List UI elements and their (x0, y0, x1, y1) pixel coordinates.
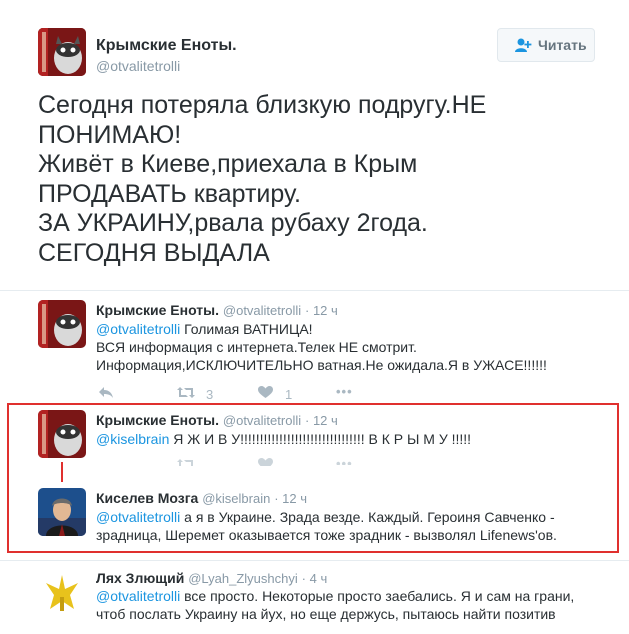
main-tweet-line: ПОНИМАЮ! (38, 120, 182, 149)
reply-text-line: Информация,ИСКЛЮЧИТЕЛЬНО ватная.Не ожида… (96, 357, 547, 373)
reply-author-name[interactable]: Лях Злющий (96, 570, 184, 586)
retweet-count: 3 (206, 387, 214, 402)
mention-link[interactable]: @otvalitetrolli (96, 588, 180, 604)
reply-text: Я Ж И В У!!!!!!!!!!!!!!!!!!!!!!!!!!!!!!!… (169, 431, 472, 447)
mention-link[interactable]: @kiselbrain (96, 431, 169, 447)
main-tweet-line: ЗА УКРАИНУ,рвала рубаху 2года. (38, 209, 428, 237)
reply-author-name[interactable]: Крымские Еноты. (96, 302, 219, 318)
reply-avatar[interactable] (38, 300, 86, 348)
reply-avatar[interactable] (38, 488, 86, 536)
reply-author-handle[interactable]: @kiselbrain (202, 491, 270, 506)
more-icon[interactable]: ••• (336, 384, 353, 399)
reply-text-line: чтоб послать Украину на йух, но еще держ… (96, 606, 556, 622)
reply-text: а я в Украине. Зрада везде. Каждый. Геро… (180, 509, 555, 525)
reply-text: Голимая ВАТНИЦА! (180, 321, 313, 337)
reply-time[interactable]: · 4 ч (302, 571, 328, 586)
author-name[interactable]: Крымские Еноты. (96, 37, 237, 55)
retweet-icon[interactable] (176, 386, 196, 402)
like-count: 1 (285, 387, 293, 402)
follow-button-label: Читать (538, 37, 587, 53)
mention-link[interactable]: @otvalitetrolli (96, 509, 180, 525)
reply-author-handle[interactable]: @otvalitetrolli (223, 413, 301, 428)
reply-text-line: ВСЯ информация с интернета.Телек НЕ смот… (96, 339, 417, 355)
reply-header: Крымские Еноты. @otvalitetrolli · 12 ч (96, 301, 338, 320)
reply-header: Крымские Еноты. @otvalitetrolli · 12 ч (96, 411, 338, 430)
author-avatar[interactable] (38, 28, 86, 76)
like-icon[interactable] (258, 458, 273, 466)
reply-header: Лях Злющий @Lyah_Zlyushchyi · 4 ч (96, 569, 327, 588)
reply-icon[interactable] (98, 385, 114, 402)
reply-avatar[interactable] (38, 410, 86, 458)
reply-author-handle[interactable]: @otvalitetrolli (223, 303, 301, 318)
divider (0, 290, 629, 291)
author-handle[interactable]: @otvalitetrolli (96, 58, 180, 74)
reply-time[interactable]: · 12 ч (274, 491, 307, 506)
reply-author-name[interactable]: Крымские Еноты. (96, 412, 219, 428)
more-icon[interactable]: ••• (336, 456, 353, 465)
divider (0, 560, 629, 561)
reply-text-line: зрадница, Шеремет оказывается тоже зрадн… (96, 527, 557, 543)
thread-line (61, 462, 63, 482)
reply-text: все просто. Некоторые просто заебались. … (180, 588, 575, 604)
reply-time[interactable]: · 12 ч (305, 413, 338, 428)
like-icon[interactable] (258, 386, 273, 402)
reply-text-line: @otvalitetrolli все просто. Некоторые пр… (96, 587, 574, 605)
mention-link[interactable]: @otvalitetrolli (96, 321, 180, 337)
reply-time[interactable]: · 12 ч (305, 303, 338, 318)
main-tweet-line: Сегодня потеряла близкую подругу.НЕ (38, 91, 487, 119)
main-tweet-line: СЕГОДНЯ ВЫДАЛА (38, 238, 270, 267)
reply-author-name[interactable]: Киселев Мозга (96, 490, 198, 506)
reply-text-line: @otvalitetrolli а я в Украине. Зрада вез… (96, 508, 555, 526)
main-tweet-line: ПРОДАВАТЬ квартиру. (38, 179, 301, 208)
main-tweet-line: Живёт в Киеве,приехала в Крым (38, 150, 418, 178)
add-user-icon (514, 37, 532, 56)
reply-text-line: @kiselbrain Я Ж И В У!!!!!!!!!!!!!!!!!!!… (96, 430, 471, 448)
reply-author-handle[interactable]: @Lyah_Zlyushchyi (188, 571, 298, 586)
main-tweet-text: Сегодня потеряла близкую подругу.НЕ ПОНИ… (38, 91, 486, 268)
follow-button[interactable]: Читать (497, 28, 595, 62)
reply-avatar[interactable] (38, 569, 86, 617)
retweet-icon[interactable] (176, 458, 196, 466)
reply-header: Киселев Мозга @kiselbrain · 12 ч (96, 489, 307, 508)
reply-text-line: @otvalitetrolli Голимая ВАТНИЦА! (96, 320, 313, 338)
